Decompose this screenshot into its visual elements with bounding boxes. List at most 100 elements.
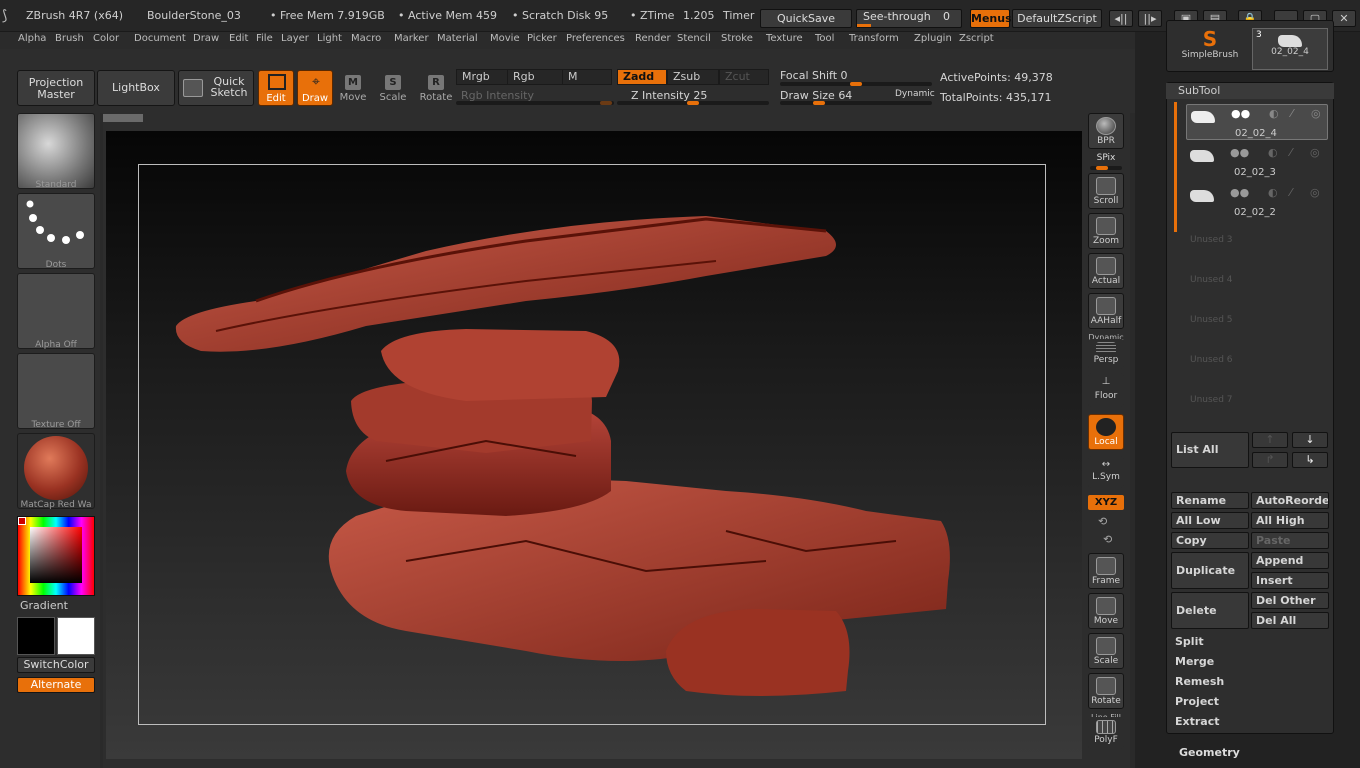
menu-movie[interactable]: Movie (490, 33, 520, 44)
dynamic-toggle[interactable]: Dynamic (895, 89, 935, 99)
scroll-right-icon[interactable]: ||▸ (1138, 10, 1162, 27)
brush-toggle-icon[interactable]: ⁄ (1291, 107, 1293, 120)
zcut-button[interactable]: Zcut (719, 69, 769, 85)
all-high-button[interactable]: All High (1251, 512, 1329, 529)
persp-button[interactable]: Persp (1088, 339, 1124, 369)
current-tool-thumbnail[interactable]: 3 02_02_4 (1252, 28, 1328, 70)
stroke-thumbnail[interactable] (17, 193, 95, 269)
menu-brush[interactable]: Brush (55, 33, 84, 44)
lsym-button[interactable]: ↔ L.Sym (1088, 456, 1124, 488)
eye-toggle-icon[interactable]: ◎ (1311, 107, 1321, 120)
menu-tool[interactable]: Tool (815, 33, 834, 44)
menu-edit[interactable]: Edit (229, 33, 248, 44)
zoom-button[interactable]: Zoom (1088, 213, 1124, 249)
menu-stencil[interactable]: Stencil (677, 33, 711, 44)
projection-master-button[interactable]: Projection Master (17, 70, 95, 106)
move-down-arrow-icon[interactable]: ↓ (1292, 432, 1328, 448)
geometry-section[interactable]: Geometry (1179, 746, 1240, 759)
frame-button[interactable]: Frame (1088, 553, 1124, 589)
project-section[interactable]: Project (1170, 693, 1332, 711)
shelf-rotate-button[interactable]: Rotate (1088, 673, 1124, 709)
local-button[interactable]: Local (1088, 414, 1124, 450)
color-picker[interactable] (17, 516, 95, 596)
menu-stroke[interactable]: Stroke (721, 33, 753, 44)
scroll-left-icon[interactable]: ◂|| (1109, 10, 1133, 27)
remesh-section[interactable]: Remesh (1170, 673, 1332, 691)
shelf-scale-button[interactable]: Scale (1088, 633, 1124, 669)
default-zscript-button[interactable]: DefaultZScript (1012, 9, 1102, 28)
menu-macro[interactable]: Macro (351, 33, 381, 44)
alternate-button[interactable]: Alternate (17, 677, 95, 693)
move-up-folder-icon[interactable]: ↱ (1252, 452, 1288, 468)
rotate-z-icon[interactable]: ⟲ (1103, 533, 1112, 546)
menu-transform[interactable]: Transform (849, 33, 899, 44)
menu-marker[interactable]: Marker (394, 33, 429, 44)
subtool-item-02-02-4[interactable]: ●● ◐ ⁄ ◎ 02_02_4 (1186, 104, 1328, 140)
spix-slider[interactable] (1090, 166, 1122, 170)
visibility-eye-icon[interactable]: ●● (1230, 186, 1249, 199)
zadd-button[interactable]: Zadd (617, 69, 667, 85)
zsub-button[interactable]: Zsub (667, 69, 719, 85)
list-all-button[interactable]: List All (1171, 432, 1249, 468)
m-button[interactable]: M (562, 69, 612, 85)
rgb-intensity-slider[interactable] (456, 101, 614, 105)
menu-color[interactable]: Color (93, 33, 119, 44)
subtool-scrollbar[interactable] (1174, 102, 1177, 232)
menus-button[interactable]: Menus (970, 9, 1012, 28)
append-button[interactable]: Append (1251, 552, 1329, 569)
menu-render[interactable]: Render (635, 33, 671, 44)
scroll-button[interactable]: Scroll (1088, 173, 1124, 209)
floor-button[interactable]: ⊥ Floor (1088, 373, 1124, 407)
menu-layer[interactable]: Layer (281, 33, 309, 44)
copy-button[interactable]: Copy (1171, 532, 1249, 549)
lightbox-button[interactable]: LightBox (97, 70, 175, 106)
menu-zplugin[interactable]: Zplugin (914, 33, 952, 44)
polypaint-icon[interactable]: ◐ (1268, 186, 1278, 199)
quicksave-button[interactable]: QuickSave (760, 9, 852, 28)
insert-button[interactable]: Insert (1251, 572, 1329, 589)
material-thumbnail[interactable] (17, 433, 95, 509)
polypaint-icon[interactable]: ◐ (1269, 107, 1279, 120)
close-icon[interactable]: ✕ (1332, 10, 1356, 27)
menu-material[interactable]: Material (437, 33, 478, 44)
duplicate-button[interactable]: Duplicate (1171, 552, 1249, 589)
simple-brush-thumbnail[interactable]: S SimpleBrush (1172, 28, 1248, 70)
brush-toggle-icon[interactable]: ⁄ (1290, 146, 1292, 159)
draw-button[interactable]: ⌖ Draw (297, 70, 333, 106)
mrgb-button[interactable]: Mrgb (456, 69, 508, 85)
saturation-box[interactable] (30, 527, 82, 583)
menu-document[interactable]: Document (134, 33, 186, 44)
delete-button[interactable]: Delete (1171, 592, 1249, 629)
polyf-button[interactable]: PolyF (1088, 717, 1124, 749)
rotate-y-icon[interactable]: ⟲ (1098, 515, 1107, 528)
eye-toggle-icon[interactable]: ◎ (1310, 146, 1320, 159)
move-button[interactable]: M Move (335, 71, 371, 111)
rename-button[interactable]: Rename (1171, 492, 1249, 509)
aahalf-button[interactable]: AAHalf (1088, 293, 1124, 329)
subtool-item-02-02-2[interactable]: ●● ◐ ⁄ ◎ 02_02_2 (1186, 184, 1328, 220)
scale-button[interactable]: S Scale (375, 71, 411, 111)
subtool-header[interactable]: SubTool (1166, 83, 1334, 99)
extract-section[interactable]: Extract (1170, 713, 1332, 731)
main-color-swatch[interactable] (17, 617, 55, 655)
menu-file[interactable]: File (256, 33, 273, 44)
auto-reorder-button[interactable]: AutoReorder (1251, 492, 1329, 509)
actual-button[interactable]: Actual (1088, 253, 1124, 289)
menu-preferences[interactable]: Preferences (566, 33, 625, 44)
alpha-thumbnail[interactable] (17, 273, 95, 349)
split-section[interactable]: Split (1170, 633, 1332, 651)
shelf-move-button[interactable]: Move (1088, 593, 1124, 629)
menu-draw[interactable]: Draw (193, 33, 219, 44)
xyz-button[interactable]: XYZ (1088, 495, 1124, 510)
draw-size-slider[interactable] (780, 101, 932, 105)
subtool-item-02-02-3[interactable]: ●● ◐ ⁄ ◎ 02_02_3 (1186, 144, 1328, 180)
visibility-eye-icon[interactable]: ●● (1230, 146, 1249, 159)
menu-zscript[interactable]: Zscript (959, 33, 994, 44)
brush-toggle-icon[interactable]: ⁄ (1290, 186, 1292, 199)
move-down-folder-icon[interactable]: ↳ (1292, 452, 1328, 468)
move-up-arrow-icon[interactable]: ↑ (1252, 432, 1288, 448)
del-all-button[interactable]: Del All (1251, 612, 1329, 629)
paste-button[interactable]: Paste (1251, 532, 1329, 549)
focal-shift-slider[interactable] (780, 82, 932, 86)
bpr-button[interactable]: BPR (1088, 113, 1124, 149)
